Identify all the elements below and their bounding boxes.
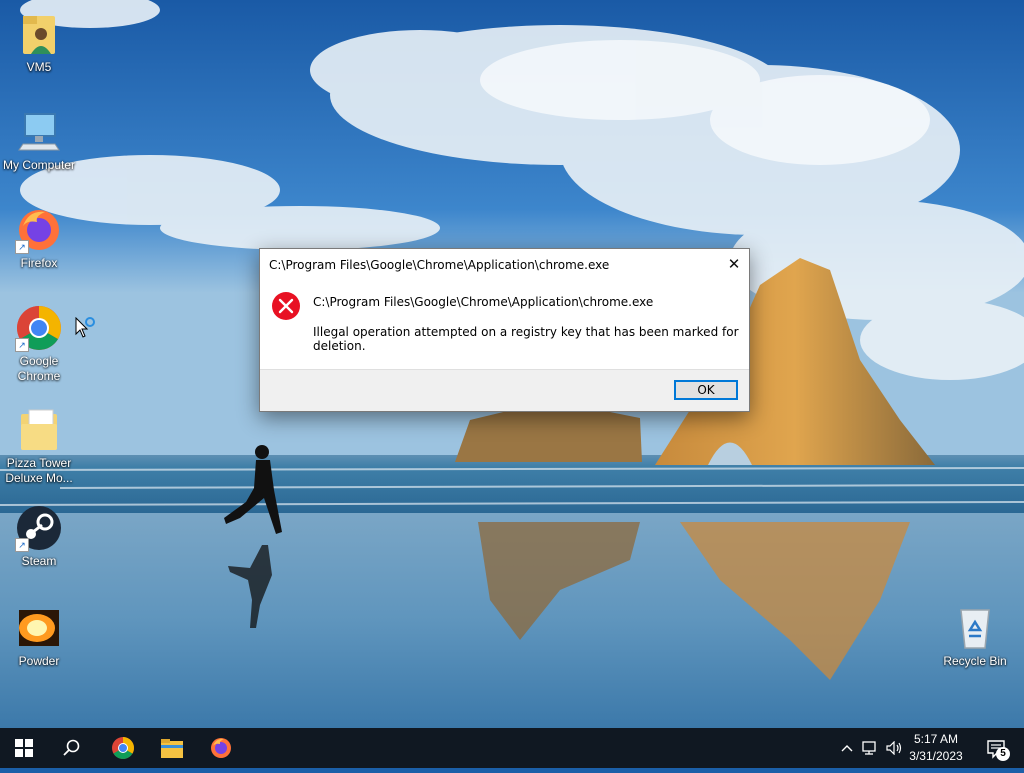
taskbar-chrome-button[interactable] [99,728,147,768]
taskbar-firefox-button[interactable] [197,728,245,768]
search-icon [63,739,80,756]
chrome-icon [112,737,134,759]
recycle-bin-icon [951,604,999,652]
shortcut-arrow-icon: ↗ [15,538,29,552]
desktop-icon-firefox[interactable]: ↗ Firefox [1,206,77,271]
desktop-icon-google-chrome[interactable]: ↗ Google Chrome [1,304,77,384]
ok-button[interactable]: OK [674,380,738,400]
error-dialog: C:\Program Files\Google\Chrome\Applicati… [259,248,750,412]
desktop-icon-recycle-bin[interactable]: Recycle Bin [937,604,1013,669]
start-button[interactable] [0,728,48,768]
desktop-icon-label: Recycle Bin [943,654,1007,668]
dialog-footer: OK [260,369,749,411]
computer-icon [15,108,63,156]
clock-time: 5:17 AM [913,732,959,746]
desktop-icon-my-computer[interactable]: My Computer [1,108,77,173]
desktop-icon-label: My Computer [2,158,76,172]
network-button[interactable] [860,728,882,768]
chevron-up-icon [841,745,853,752]
steam-icon: ↗ [15,504,63,552]
show-hidden-icons-button[interactable] [838,728,856,768]
notification-count-badge: 5 [996,747,1010,761]
taskbar-file-explorer-button[interactable] [148,728,196,768]
firefox-icon [211,738,231,758]
mouse-cursor-icon [75,316,101,344]
folder-icon [15,406,63,454]
shortcut-arrow-icon: ↗ [15,338,29,352]
desktop-icon-label: Pizza Tower Deluxe Mo... [5,456,73,485]
file-explorer-icon [161,739,183,758]
desktop-icon-steam[interactable]: ↗ Steam [1,504,77,569]
desktop-icon-label: Firefox [20,256,58,270]
desktop-icon-label: Google Chrome [17,354,61,383]
dialog-title: C:\Program Files\Google\Chrome\Applicati… [269,258,610,272]
desktop-icon-vm5[interactable]: VM5 [1,10,77,75]
powder-icon [15,604,63,652]
clock-date: 3/31/2023 [909,749,963,763]
clock[interactable]: 5:17 AM 3/31/2023 [904,731,968,765]
close-button[interactable]: ✕ [719,249,749,279]
search-button[interactable] [48,728,96,768]
user-folder-icon [15,10,63,58]
dialog-message-path: C:\Program Files\Google\Chrome\Applicati… [313,295,654,309]
close-icon: ✕ [727,255,741,273]
desktop-icon-label: Steam [21,554,57,568]
firefox-icon: ↗ [15,206,63,254]
action-center-button[interactable]: 5 [976,728,1016,768]
desktop-icon-label: Powder [18,654,60,668]
shortcut-arrow-icon: ↗ [15,240,29,254]
taskbar: 5:17 AM 3/31/2023 5 [0,728,1024,768]
volume-icon [886,741,902,755]
desktop-icon-label: VM5 [26,60,52,74]
desktop-icon-powder[interactable]: Powder [1,604,77,669]
start-icon [15,739,33,757]
volume-button[interactable] [884,728,906,768]
dialog-message-text: Illegal operation attempted on a registr… [313,325,739,353]
notification-icon [987,740,1005,759]
desktop-icon-pizza-tower[interactable]: Pizza Tower Deluxe Mo... [1,406,77,486]
network-icon [862,741,876,755]
error-icon [271,291,301,321]
chrome-icon: ↗ [15,304,63,352]
